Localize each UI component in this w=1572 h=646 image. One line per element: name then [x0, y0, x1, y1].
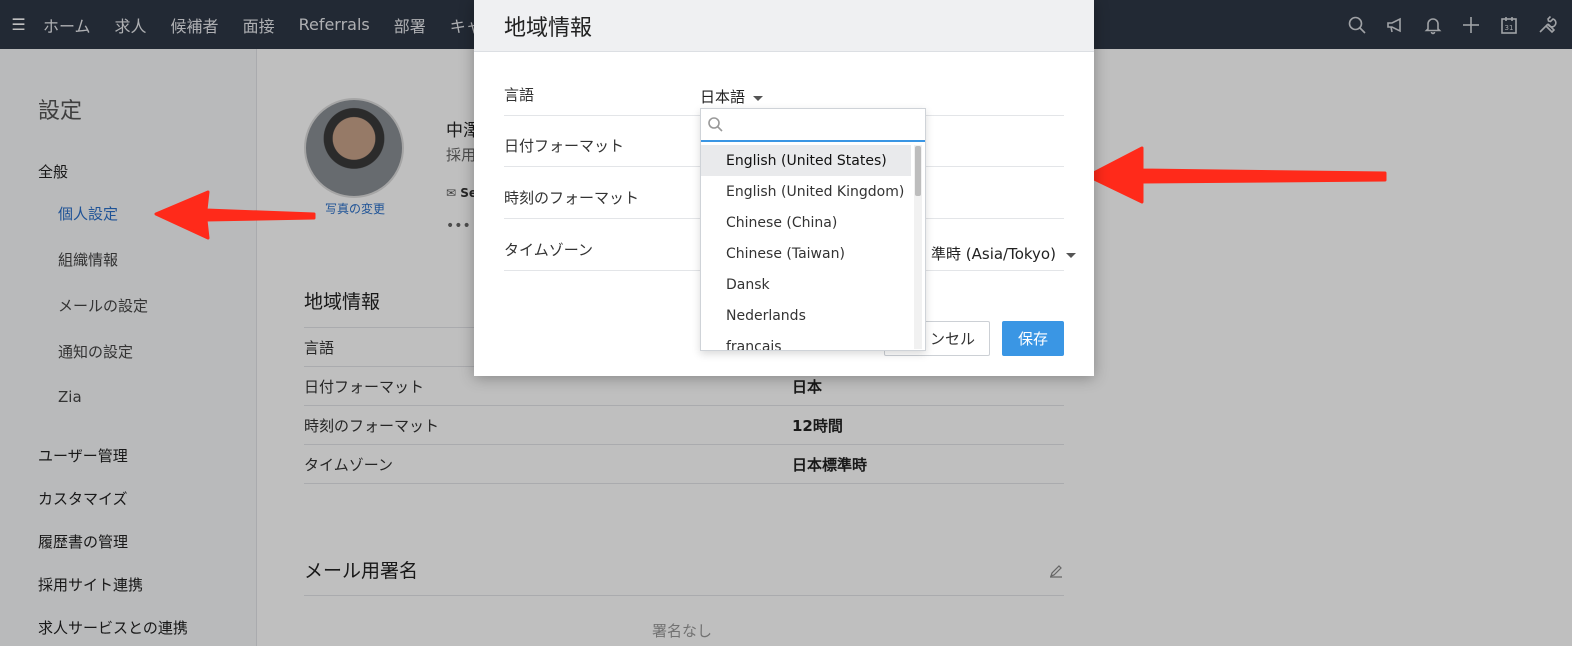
language-dropdown: English (United States) English (United …: [700, 108, 926, 351]
dropdown-options: English (United States) English (United …: [701, 145, 911, 351]
annotation-arrow-left: [154, 190, 316, 240]
dialog-label-timezone: タイムゾーン: [504, 241, 593, 259]
timezone-select-value: 準時 (Asia/Tokyo): [931, 245, 1056, 263]
chevron-down-icon: [753, 96, 764, 101]
dropdown-search: [701, 109, 925, 142]
dropdown-option[interactable]: Chinese (China): [701, 207, 911, 238]
dropdown-option[interactable]: Nederlands: [701, 300, 911, 331]
save-button[interactable]: 保存: [1002, 321, 1064, 356]
dropdown-option[interactable]: English (United States): [701, 145, 911, 176]
dropdown-search-input[interactable]: [728, 110, 925, 139]
chevron-down-icon: [1065, 253, 1076, 258]
dialog-title: 地域情報: [474, 0, 1094, 52]
dropdown-option[interactable]: Dansk: [701, 269, 911, 300]
dialog-label-time-format: 時刻のフォーマット: [504, 189, 640, 207]
dropdown-scrollbar[interactable]: [914, 145, 922, 349]
search-icon: [708, 117, 723, 132]
dropdown-option[interactable]: English (United Kingdom): [701, 176, 911, 207]
language-select[interactable]: 日本語: [700, 86, 764, 107]
dialog-label-language: 言語: [504, 86, 535, 104]
language-select-value: 日本語: [700, 88, 746, 106]
dropdown-option[interactable]: Chinese (Taiwan): [701, 238, 911, 269]
annotation-arrow-right: [1086, 146, 1387, 204]
dialog-label-date-format: 日付フォーマット: [504, 137, 625, 155]
timezone-select[interactable]: 準時 (Asia/Tokyo): [931, 243, 1076, 264]
dropdown-option[interactable]: français: [701, 331, 911, 351]
dropdown-scrollbar-thumb[interactable]: [915, 146, 921, 196]
